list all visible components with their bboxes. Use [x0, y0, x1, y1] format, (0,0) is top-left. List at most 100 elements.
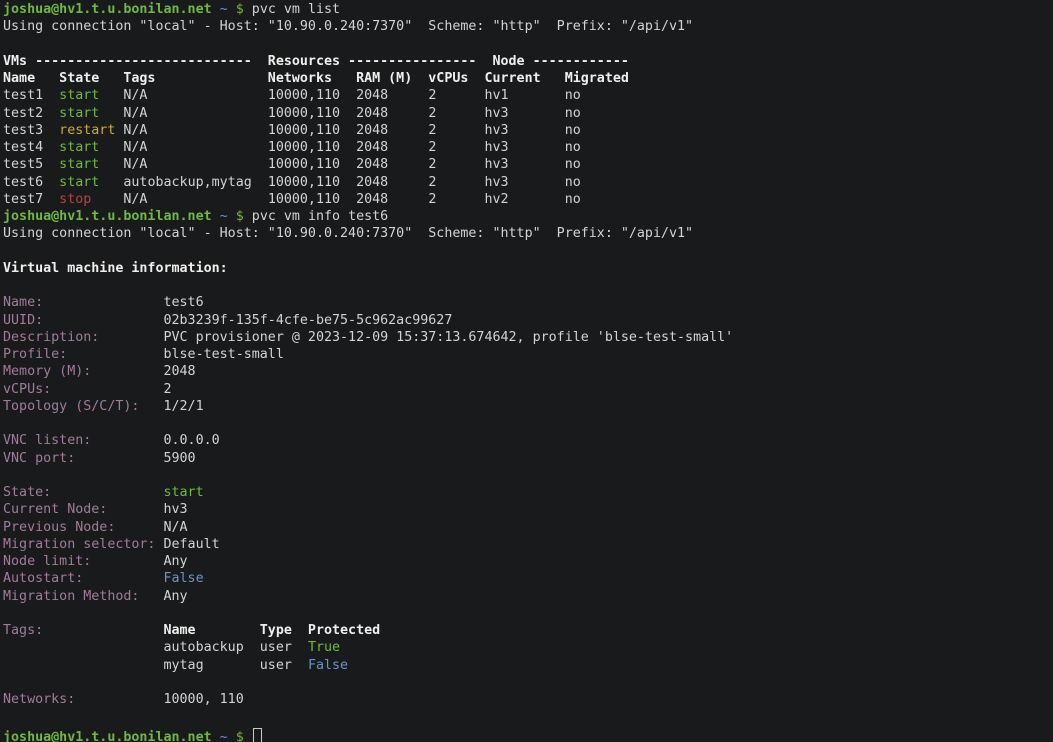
info-line: VNC listen: 0.0.0.0 [3, 432, 1053, 449]
networks-line: Networks: 10000, 110 [3, 691, 1053, 708]
info-line: Memory (M): 2048 [3, 363, 1053, 380]
vm-name: test5 [3, 157, 59, 172]
vm-table-row: test4 start N/A 10000,110 2048 2 hv3 no [3, 139, 1053, 156]
vm-ram: 2048 [356, 88, 428, 103]
prompt-user-host: joshua@hv1.t.u.bonilan.net [3, 2, 212, 17]
terminal-text [244, 209, 252, 224]
info-label: Migration Method: [3, 589, 163, 604]
info-title-text: Virtual machine information: [3, 261, 228, 276]
vm-migrated: no [565, 140, 581, 155]
info-label: Node limit: [3, 554, 163, 569]
connection-info: Using connection "local" - Host: "10.90.… [3, 19, 693, 34]
prompt-cwd: ~ [220, 209, 228, 224]
info-label: VNC listen: [3, 433, 163, 448]
vm-migrated: no [565, 88, 581, 103]
vm-ram: 2048 [356, 192, 428, 207]
vm-tags: N/A [123, 123, 267, 138]
info-value: test6 [163, 295, 203, 310]
prompt-line: joshua@hv1.t.u.bonilan.net ~ $ pvc vm in… [3, 208, 1053, 225]
info-value: 02b3239f-135f-4cfe-be75-5c962ac99627 [163, 313, 452, 328]
info-line: UUID: 02b3239f-135f-4cfe-be75-5c962ac996… [3, 312, 1053, 329]
terminal-text [212, 730, 220, 742]
info-line: Description: PVC provisioner @ 2023-12-0… [3, 329, 1053, 346]
info-line: Name: test6 [3, 294, 1053, 311]
tag-protected: True [308, 640, 340, 655]
prompt-user-host: joshua@hv1.t.u.bonilan.net [3, 730, 212, 742]
info-label: UUID: [3, 313, 163, 328]
info-line: vCPUs: 2 [3, 381, 1053, 398]
info-label: Tags: [3, 623, 163, 638]
vm-table-group-header: VMs --------------------------- Resource… [3, 53, 1053, 70]
info-value: 5900 [163, 451, 195, 466]
prompt-cwd: ~ [220, 2, 228, 17]
info-label: Profile: [3, 347, 163, 362]
vm-table-column-header-text: Name State Tags Networks RAM (M) vCPUs C… [3, 71, 629, 86]
info-value: start [163, 485, 203, 500]
terminal-text [228, 2, 236, 17]
info-label: Topology (S/C/T): [3, 399, 163, 414]
vm-table-row: test5 start N/A 10000,110 2048 2 hv3 no [3, 156, 1053, 173]
vm-migrated: no [565, 123, 581, 138]
info-value: PVC provisioner @ 2023-12-09 15:37:13.67… [163, 330, 733, 345]
prompt-user-host: joshua@hv1.t.u.bonilan.net [3, 209, 212, 224]
info-value: 2048 [163, 364, 195, 379]
connection-info: Using connection "local" - Host: "10.90.… [3, 226, 693, 241]
info-label: Memory (M): [3, 364, 163, 379]
vm-vcpus: 2 [428, 175, 484, 190]
blank-line [3, 415, 1053, 432]
vm-networks: 10000,110 [268, 106, 356, 121]
terminal-screen[interactable]: joshua@hv1.t.u.bonilan.net ~ $ pvc vm li… [0, 0, 1053, 742]
terminal-cursor[interactable] [253, 728, 262, 742]
vm-migrated: no [565, 157, 581, 172]
info-label: Description: [3, 330, 163, 345]
vm-state: start [59, 88, 123, 103]
vm-table-row: test3 restart N/A 10000,110 2048 2 hv3 n… [3, 122, 1053, 139]
terminal-text [228, 209, 236, 224]
info-value: 2 [163, 382, 171, 397]
vm-state: restart [59, 123, 123, 138]
blank-line [3, 243, 1053, 260]
info-line: Node limit: Any [3, 553, 1053, 570]
vm-ram: 2048 [356, 106, 428, 121]
vm-table-row: test6 start autobackup,mytag 10000,110 2… [3, 174, 1053, 191]
vm-node: hv3 [484, 106, 564, 121]
vm-node: hv3 [484, 123, 564, 138]
info-label: Networks: [3, 692, 163, 707]
vm-tags: N/A [123, 192, 267, 207]
vm-vcpus: 2 [428, 106, 484, 121]
vm-networks: 10000,110 [268, 157, 356, 172]
vm-tags: autobackup,mytag [123, 175, 267, 190]
tag-row-line: mytag user False [3, 657, 1053, 674]
tag-row-line: autobackup user True [3, 639, 1053, 656]
info-value: hv3 [163, 502, 187, 517]
tag-name: mytag [163, 658, 259, 673]
prompt-symbol: $ [236, 209, 244, 224]
info-label: vCPUs: [3, 382, 163, 397]
vm-state: start [59, 175, 123, 190]
vm-table-row: test7 stop N/A 10000,110 2048 2 hv2 no [3, 191, 1053, 208]
info-label: Previous Node: [3, 520, 163, 535]
info-value: 0.0.0.0 [163, 433, 219, 448]
vm-state: start [59, 106, 123, 121]
prompt-cursor-line: joshua@hv1.t.u.bonilan.net ~ $ [3, 726, 1053, 742]
blank-line [3, 674, 1053, 691]
vm-node: hv3 [484, 175, 564, 190]
vm-vcpus: 2 [428, 123, 484, 138]
prompt-command: pvc vm info test6 [252, 209, 388, 224]
vm-networks: 10000,110 [268, 175, 356, 190]
blank-line [3, 467, 1053, 484]
vm-migrated: no [565, 106, 581, 121]
vm-vcpus: 2 [428, 88, 484, 103]
vm-tags: N/A [123, 106, 267, 121]
terminal-text [228, 730, 236, 742]
vm-tags: N/A [123, 140, 267, 155]
blank-line [3, 36, 1053, 53]
connection-line: Using connection "local" - Host: "10.90.… [3, 225, 1053, 242]
terminal-text [244, 730, 252, 742]
info-line: Migration selector: Default [3, 536, 1053, 553]
vm-networks: 10000,110 [268, 140, 356, 155]
vm-vcpus: 2 [428, 157, 484, 172]
tags-header-line: Tags: Name Type Protected [3, 622, 1053, 639]
info-value: Any [163, 554, 187, 569]
prompt-cwd: ~ [220, 730, 228, 742]
